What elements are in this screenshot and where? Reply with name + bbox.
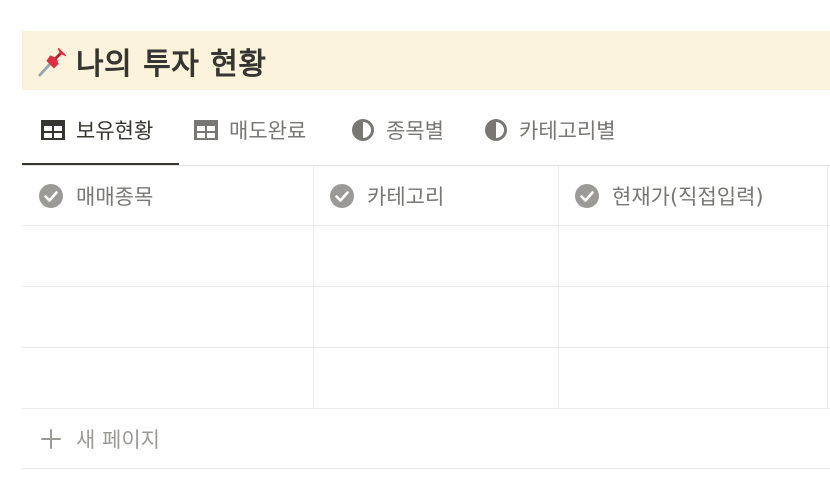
column-label: 현재가(직접입력): [612, 184, 764, 209]
tab-by-stock[interactable]: 종목별: [336, 110, 471, 150]
table-cell[interactable]: [559, 287, 828, 347]
page-title: 나의 투자 현황: [76, 46, 267, 82]
table-row: [22, 226, 830, 287]
table-row: [22, 348, 830, 409]
column-label: 매매종목: [76, 184, 154, 209]
new-page-button[interactable]: 새 페이지: [22, 409, 830, 469]
tab-sold[interactable]: 매도완료: [179, 110, 336, 150]
tab-holdings[interactable]: 보유현황: [22, 110, 179, 165]
table-icon: [41, 120, 65, 140]
column-header-stock[interactable]: 매매종목: [22, 166, 314, 225]
checkmark-circle-icon: [575, 183, 599, 208]
table-cell[interactable]: [559, 348, 828, 408]
column-header-category[interactable]: 카테고리: [314, 166, 559, 225]
table-icon: [194, 120, 218, 140]
table-cell[interactable]: [314, 226, 559, 286]
tab-label: 카테고리별: [519, 119, 616, 143]
tab-label: 종목별: [386, 119, 444, 143]
checkmark-circle-icon: [330, 183, 354, 208]
new-page-label: 새 페이지: [76, 427, 160, 452]
chart-icon: [485, 119, 507, 141]
table-cell[interactable]: [314, 287, 559, 347]
page-header: 나의 투자 현황: [22, 31, 830, 90]
table-cell[interactable]: [559, 226, 828, 286]
table-cell[interactable]: [22, 348, 314, 408]
column-header-current-price[interactable]: 현재가(직접입력): [559, 166, 828, 225]
table-row: [22, 287, 830, 348]
checkmark-circle-icon: [39, 183, 63, 208]
tab-by-category[interactable]: 카테고리별: [471, 110, 630, 150]
view-tabs: 보유현황 매도완료 종목별 카테고리별: [22, 110, 830, 166]
chart-icon: [352, 119, 374, 141]
table-cell[interactable]: [22, 226, 314, 286]
plus-icon: [41, 428, 61, 449]
pushpin-icon: [38, 47, 67, 77]
table-cell[interactable]: [22, 287, 314, 347]
table-header-row: 매매종목 카테고리 현재가(직접입력): [22, 166, 830, 226]
tab-label: 보유현황: [76, 119, 154, 143]
column-label: 카테고리: [367, 184, 445, 209]
tab-label: 매도완료: [229, 119, 307, 143]
table-cell[interactable]: [314, 348, 559, 408]
holdings-table: 매매종목 카테고리 현재가(직접입력): [22, 166, 830, 409]
